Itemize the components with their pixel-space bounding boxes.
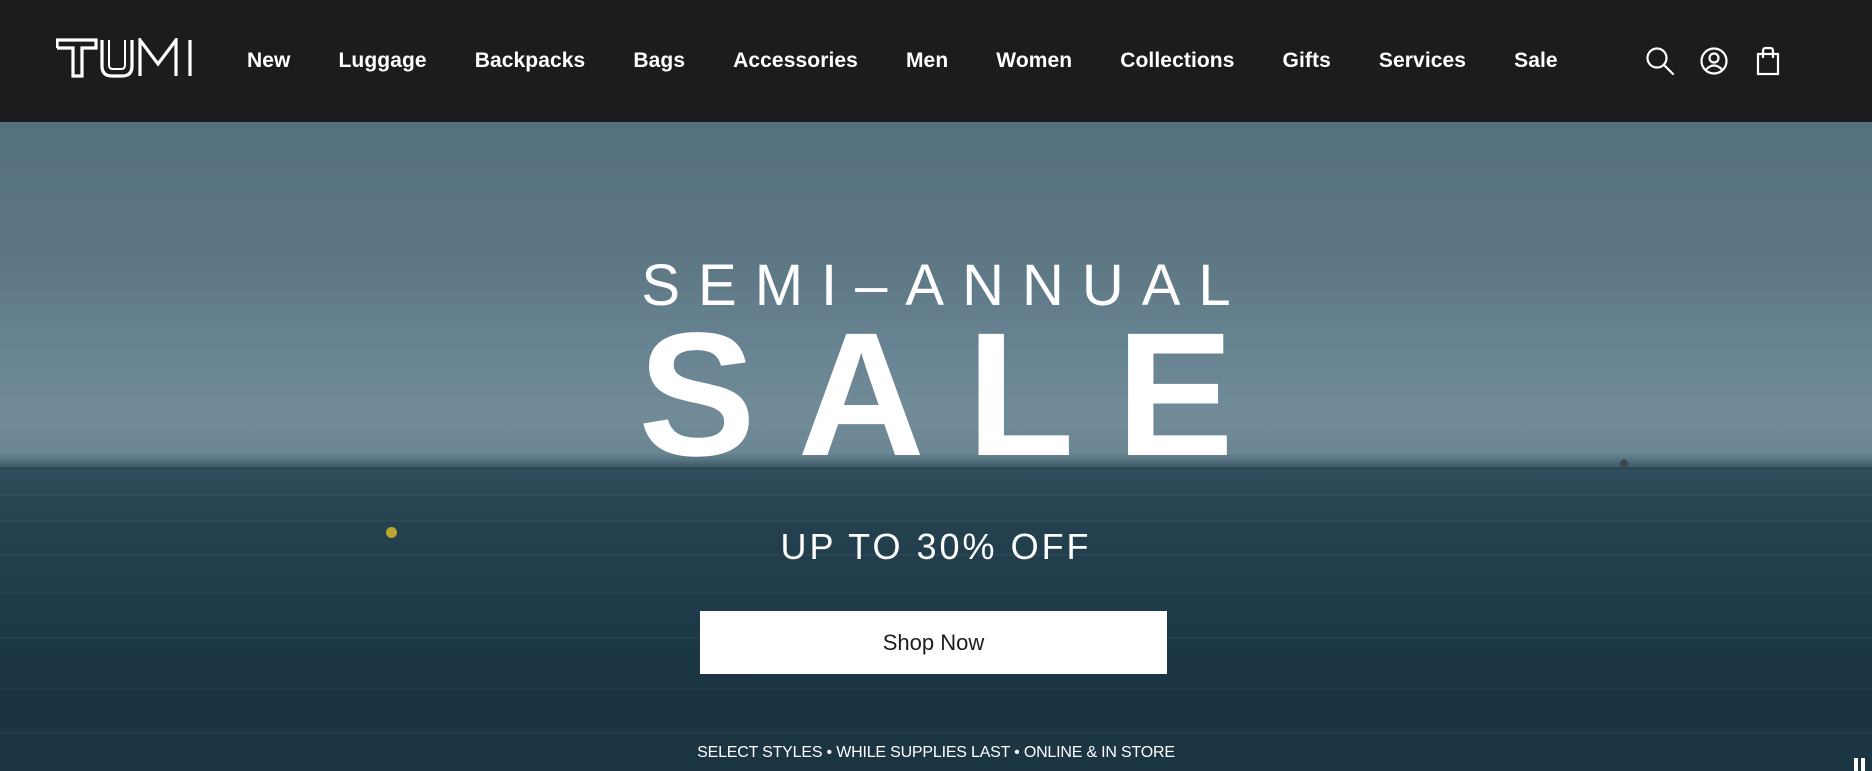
sea-texture: [0, 592, 1872, 594]
sea-texture: [0, 520, 1872, 522]
pause-bar: [1854, 758, 1858, 771]
hero-title: SALE: [638, 297, 1276, 493]
shopping-bag-icon[interactable]: [1752, 45, 1784, 77]
nav-item-sale[interactable]: Sale: [1514, 49, 1558, 73]
hero-banner: SEMI–ANNUAL SALE UP TO 30% OFF Shop Now …: [0, 122, 1872, 771]
tumi-logo[interactable]: [56, 38, 198, 78]
main-nav: New Luggage Backpacks Bags Accessories M…: [247, 0, 1558, 122]
nav-item-services[interactable]: Services: [1379, 49, 1466, 73]
site-header: New Luggage Backpacks Bags Accessories M…: [0, 0, 1872, 122]
account-icon[interactable]: [1698, 45, 1730, 77]
nav-item-women[interactable]: Women: [996, 49, 1072, 73]
pause-bar: [1861, 758, 1865, 771]
pause-icon[interactable]: [1854, 758, 1868, 771]
sea-texture: [0, 494, 1872, 496]
nav-item-backpacks[interactable]: Backpacks: [475, 49, 586, 73]
nav-item-collections[interactable]: Collections: [1120, 49, 1234, 73]
nav-item-accessories[interactable]: Accessories: [733, 49, 858, 73]
nav-item-bags[interactable]: Bags: [633, 49, 685, 73]
nav-item-new[interactable]: New: [247, 49, 290, 73]
sea-texture: [0, 688, 1872, 690]
hero-fine-print: SELECT STYLES • WHILE SUPPLIES LAST • ON…: [697, 744, 1175, 761]
sea-texture: [0, 732, 1872, 734]
hero-offer: UP TO 30% OFF: [780, 526, 1092, 567]
header-actions: [1622, 0, 1784, 122]
search-icon[interactable]: [1644, 45, 1676, 77]
nav-item-gifts[interactable]: Gifts: [1283, 49, 1331, 73]
nav-item-luggage[interactable]: Luggage: [338, 49, 426, 73]
nav-item-men[interactable]: Men: [906, 49, 948, 73]
shop-now-button[interactable]: Shop Now: [700, 611, 1167, 674]
